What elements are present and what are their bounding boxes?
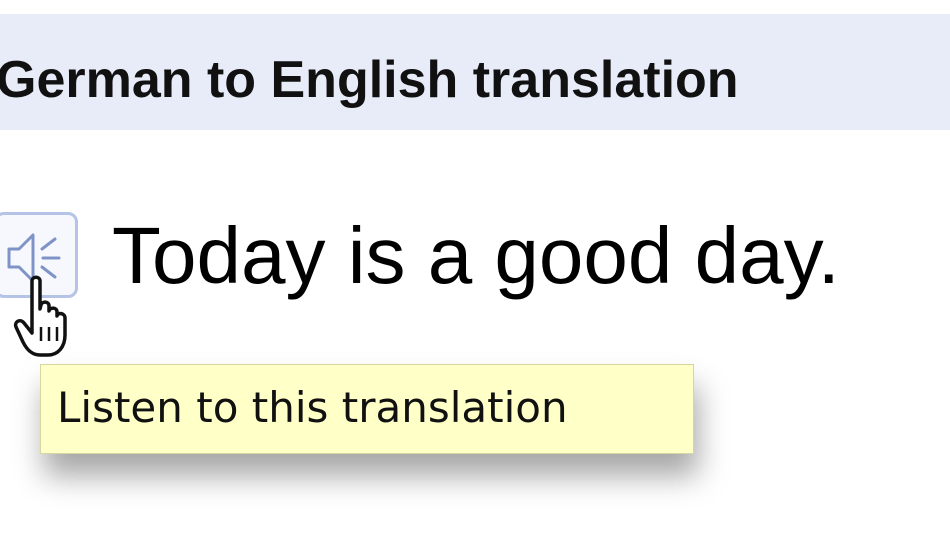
header-title: German to English translation bbox=[0, 51, 739, 109]
hand-pointer-icon bbox=[13, 275, 67, 357]
listen-tooltip: Listen to this translation bbox=[40, 364, 694, 454]
tooltip-text: Listen to this translation bbox=[57, 383, 568, 432]
translation-header: German to English translation bbox=[0, 14, 950, 130]
translation-page: German to English translation Today is a… bbox=[0, 0, 950, 534]
translation-result: Today is a good day. bbox=[112, 211, 840, 300]
